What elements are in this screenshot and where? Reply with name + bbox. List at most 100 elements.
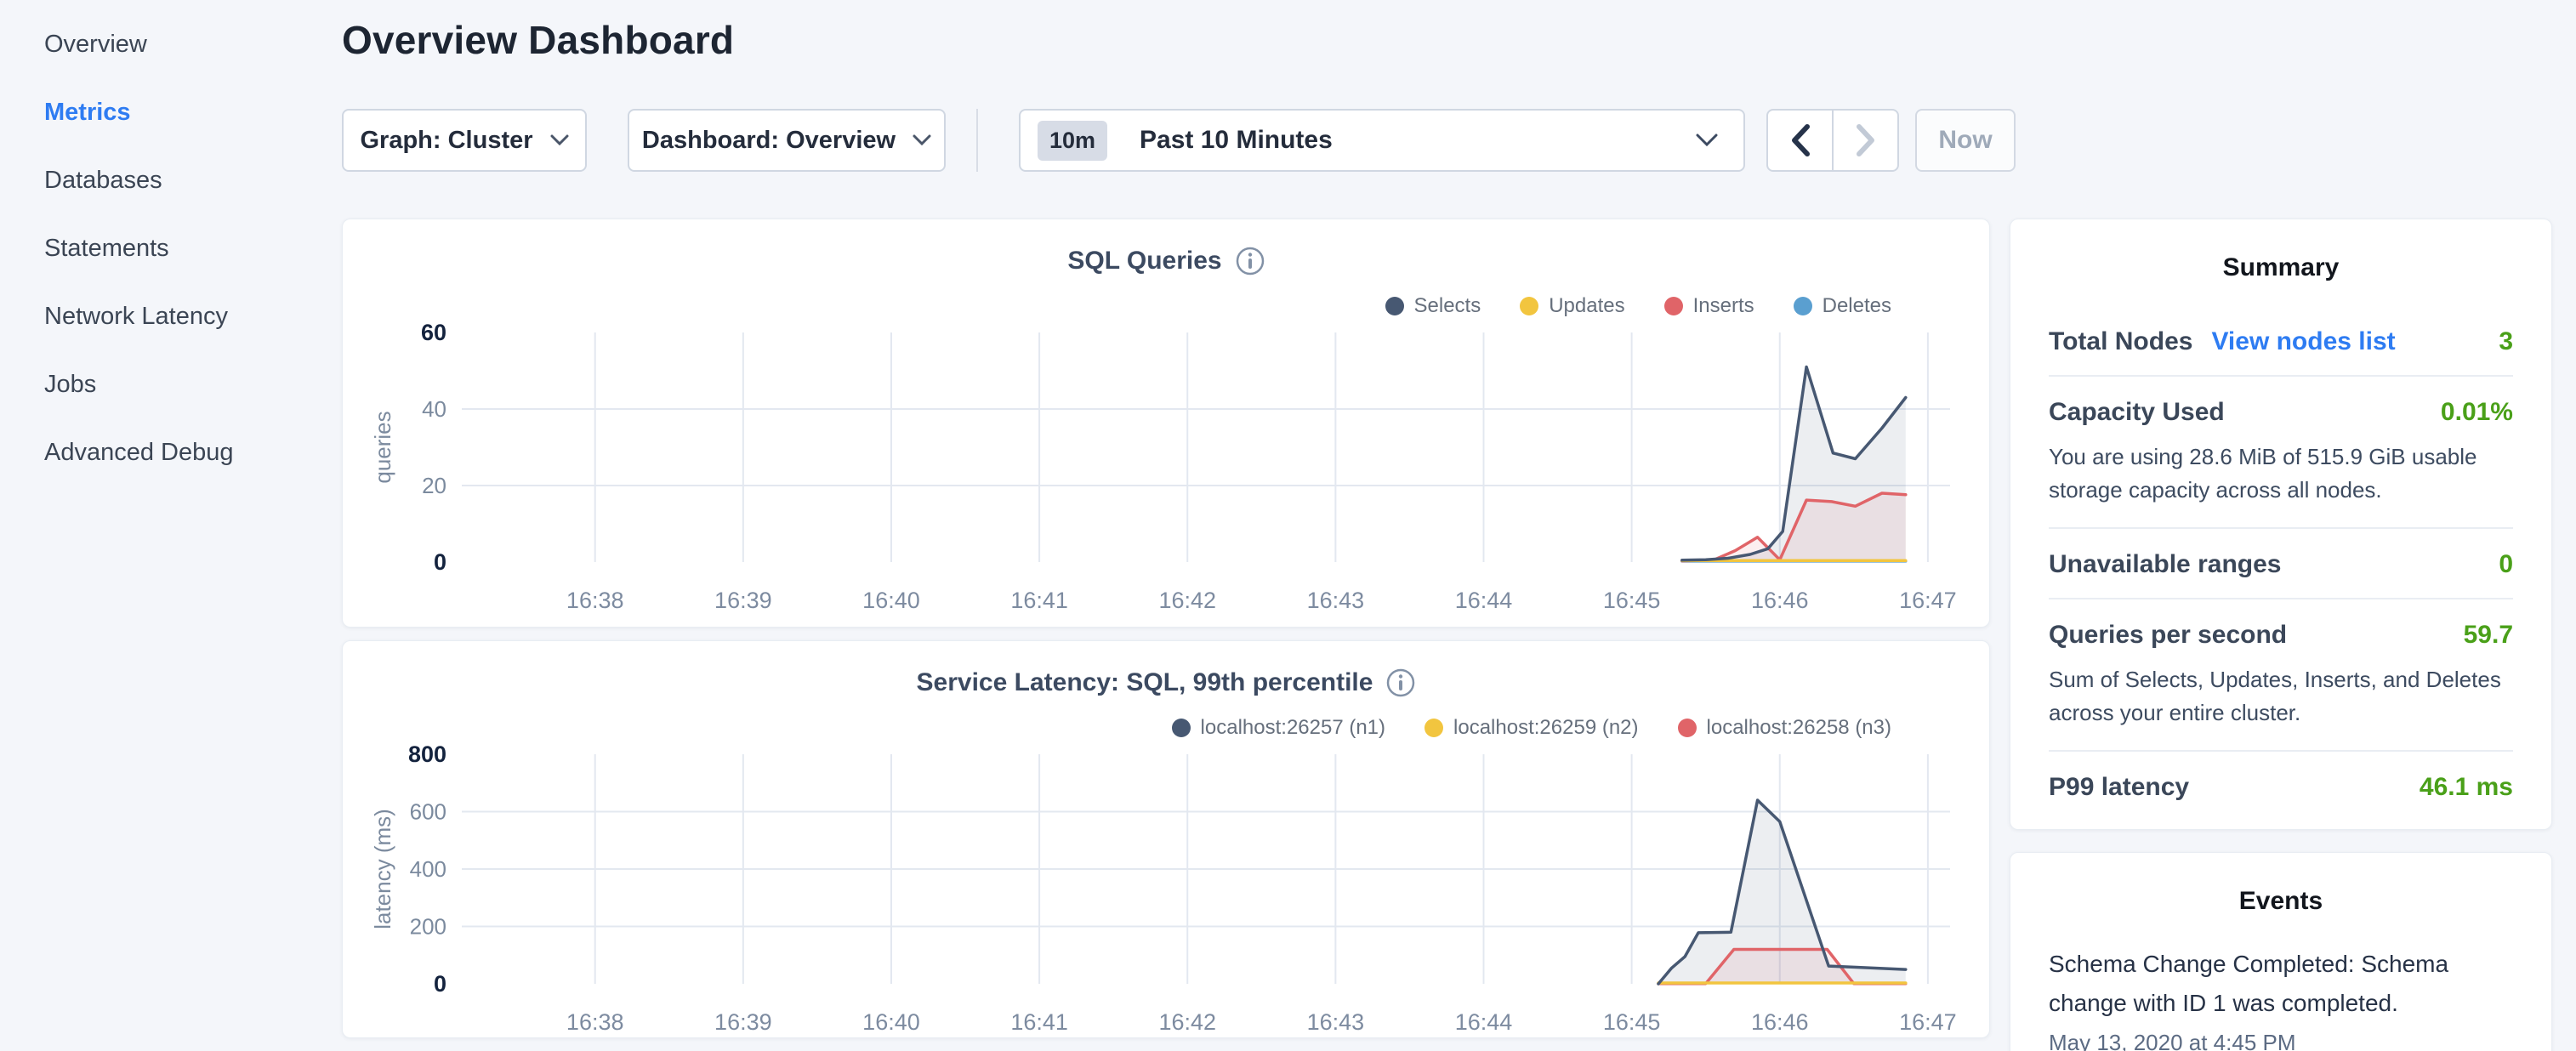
legend-item-selects: Selects: [1385, 294, 1481, 318]
legend-item-updates: Updates: [1520, 294, 1624, 318]
sql-queries-chart-card: SQL Queries SelectsUpdatesInsertsDeletes…: [342, 219, 1990, 628]
legend-label: Selects: [1414, 294, 1481, 318]
sql-queries-legend: SelectsUpdatesInsertsDeletes: [1385, 294, 1892, 318]
x-axis-tick: 16:43: [1307, 1009, 1365, 1035]
view-nodes-list-link[interactable]: View nodes list: [2211, 327, 2395, 356]
service-latency-legend: localhost:26257 (n1) localhost:26259 (n2)…: [1172, 716, 1891, 740]
y-axis-tick: 40: [422, 396, 446, 422]
toolbar-divider: [976, 109, 978, 172]
x-axis-tick: 16:46: [1751, 588, 1809, 613]
sidebar-nav: OverviewMetricsDatabasesStatementsNetwor…: [0, 10, 340, 486]
time-range-badge: 10m: [1038, 121, 1107, 161]
event-timestamp: May 13, 2020 at 4:45 PM: [2049, 1030, 2513, 1051]
info-icon[interactable]: [1236, 247, 1265, 276]
previous-time-window-button[interactable]: [1768, 111, 1834, 170]
service-latency-chart-card: Service Latency: SQL, 99th percentile lo…: [342, 640, 1990, 1038]
dashboard-dropdown[interactable]: Dashboard: Overview: [628, 109, 946, 172]
x-axis-tick: 16:46: [1751, 1009, 1809, 1035]
x-axis-tick: 16:47: [1899, 588, 1957, 613]
summary-list: Total Nodes View nodes list 3 Capacity Used…: [2049, 306, 2513, 821]
summary-row-p99-latency: P99 latency 46.1 ms: [2049, 752, 2513, 821]
y-axis-tick: 400: [410, 856, 446, 882]
sql-queries-chart: 16:3816:3916:4016:4116:4216:4316:4416:45…: [360, 323, 1974, 621]
summary-row-value: 3: [2499, 327, 2513, 356]
x-axis-tick: 16:47: [1899, 1009, 1957, 1035]
x-axis-tick: 16:42: [1158, 588, 1216, 613]
summary-row-label: Total Nodes: [2049, 327, 2192, 356]
graph-dropdown[interactable]: Graph: Cluster: [342, 109, 587, 172]
y-axis-tick: 200: [410, 914, 446, 940]
legend-dot: [1664, 297, 1683, 315]
summary-row-value: 0.01%: [2441, 398, 2513, 427]
time-range-selector[interactable]: 10m Past 10 Minutes: [1019, 109, 1745, 172]
sidebar-item-advanced-debug[interactable]: Advanced Debug: [0, 418, 340, 486]
legend-label: localhost:26259 (n2): [1453, 716, 1638, 740]
page-title: Overview Dashboard: [342, 17, 734, 63]
events-title: Events: [2049, 853, 2513, 916]
sidebar-item-statements[interactable]: Statements: [0, 214, 340, 282]
chevron-down-icon: [913, 134, 931, 146]
x-axis-tick: 16:45: [1603, 588, 1661, 613]
summary-row-queries-per-second: Queries per second 59.7: [2049, 599, 2513, 668]
summary-row-unavailable-ranges: Unavailable ranges 0: [2049, 529, 2513, 598]
x-axis-tick: 16:44: [1455, 588, 1513, 613]
y-axis-tick: 600: [410, 799, 446, 825]
legend-label: Updates: [1549, 294, 1624, 318]
y-axis-label: latency (ms): [370, 809, 395, 929]
event-message[interactable]: Schema Change Completed: Schema change w…: [2049, 945, 2513, 1023]
legend-label: localhost:26257 (n1): [1201, 716, 1385, 740]
legend-item-localhost-26257-n1: localhost:26257 (n1): [1172, 716, 1385, 740]
y-axis-tick: 60: [421, 323, 446, 345]
next-time-window-button[interactable]: [1834, 111, 1897, 170]
x-axis-tick: 16:40: [862, 588, 920, 613]
legend-dot: [1424, 719, 1443, 737]
legend-dot: [1520, 297, 1538, 315]
summary-row-description: Sum of Selects, Updates, Inserts, and De…: [2049, 663, 2513, 750]
legend-item-deletes: Deletes: [1794, 294, 1891, 318]
chevron-down-icon: [550, 134, 569, 146]
y-axis-tick: 20: [422, 473, 446, 498]
legend-label: Deletes: [1823, 294, 1891, 318]
sidebar-item-jobs[interactable]: Jobs: [0, 350, 340, 418]
x-axis-tick: 16:44: [1455, 1009, 1513, 1035]
legend-dot: [1172, 719, 1191, 737]
x-axis-tick: 16:45: [1603, 1009, 1661, 1035]
y-axis-tick: 0: [434, 971, 446, 997]
sidebar-item-network-latency[interactable]: Network Latency: [0, 282, 340, 350]
summary-panel: Summary Total NodesView nodes list3Capac…: [2010, 219, 2552, 830]
summary-row-label: Queries per second: [2049, 621, 2287, 650]
x-axis-tick: 16:42: [1158, 1009, 1216, 1035]
y-axis-tick: 800: [408, 745, 446, 767]
events-list: Schema Change Completed: Schema change w…: [2049, 945, 2513, 1051]
legend-item-localhost-26258-n3: localhost:26258 (n3): [1678, 716, 1891, 740]
legend-label: localhost:26258 (n3): [1707, 716, 1891, 740]
summary-row-value: 59.7: [2464, 621, 2513, 650]
summary-row-label: Unavailable ranges: [2049, 550, 2281, 579]
legend-dot: [1794, 297, 1812, 315]
sql-queries-chart-title: SQL Queries: [1067, 247, 1221, 276]
chevron-down-icon: [1696, 134, 1718, 147]
service-latency-chart: 16:38 16:39 16:40 16:41 16:42 16:43 16:44 16:45…: [360, 745, 1974, 1042]
info-icon[interactable]: [1386, 668, 1415, 697]
legend-dot: [1678, 719, 1697, 737]
chevron-left-icon: [1789, 123, 1811, 157]
events-panel: Events Schema Change Completed: Schema c…: [2010, 852, 2552, 1051]
x-axis-tick: 16:39: [714, 1009, 772, 1035]
y-axis-tick: 0: [434, 549, 446, 575]
summary-row-label: Capacity Used: [2049, 398, 2225, 427]
service-latency-chart-title: Service Latency: SQL, 99th percentile: [917, 668, 1373, 697]
summary-row-value: 0: [2499, 550, 2513, 579]
summary-row-value: 46.1 ms: [2420, 773, 2513, 802]
summary-row-total-nodes: Total Nodes View nodes list 3: [2049, 306, 2513, 375]
summary-row-description: You are using 28.6 MiB of 515.9 GiB usab…: [2049, 440, 2513, 527]
x-axis-tick: 16:38: [566, 1009, 624, 1035]
x-axis-tick: 16:41: [1010, 1009, 1068, 1035]
sidebar-item-overview[interactable]: Overview: [0, 10, 340, 78]
legend-item-localhost-26259-n2: localhost:26259 (n2): [1424, 716, 1638, 740]
legend-dot: [1385, 297, 1404, 315]
x-axis-tick: 16:40: [862, 1009, 920, 1035]
now-button[interactable]: Now: [1915, 109, 2016, 172]
toolbar: Graph: Cluster Dashboard: Overview 10m P…: [0, 109, 2576, 173]
summary-row-label: P99 latency: [2049, 773, 2189, 802]
time-range-label: Past 10 Minutes: [1140, 126, 1696, 155]
